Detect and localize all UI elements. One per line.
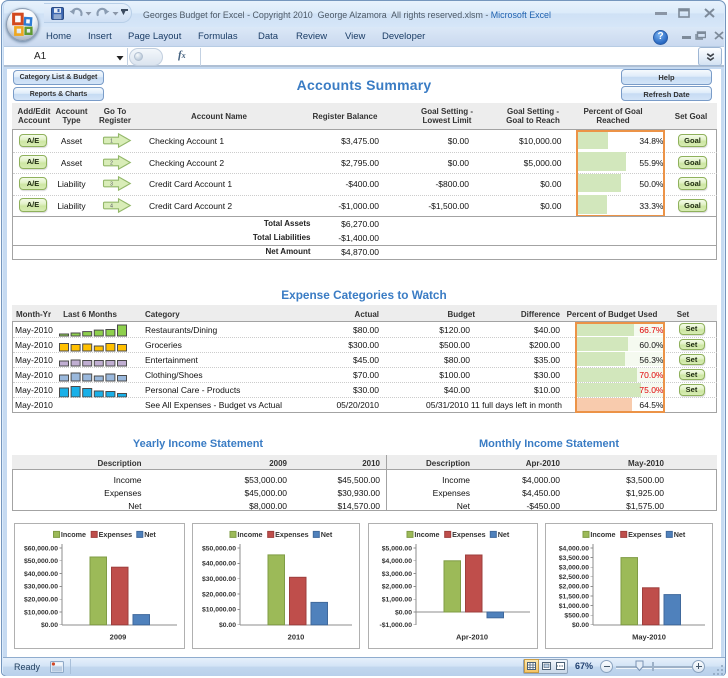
svg-text:$0.00: $0.00 [219, 622, 236, 629]
svg-text:$20,000.00: $20,000.00 [202, 591, 236, 598]
svg-text:$10,000.00: $10,000.00 [24, 609, 58, 616]
svg-text:$10,000.00: $10,000.00 [202, 606, 236, 613]
svg-text:$40,000.00: $40,000.00 [24, 571, 58, 578]
svg-text:$50,000.00: $50,000.00 [24, 558, 58, 565]
svg-text:Apr-2010: Apr-2010 [456, 632, 488, 641]
svg-text:Net: Net [498, 530, 510, 539]
svg-text:2010: 2010 [288, 632, 305, 641]
svg-text:Net: Net [674, 530, 686, 539]
svg-text:2009: 2009 [110, 632, 127, 641]
svg-text:1: 1 [110, 139, 113, 145]
svg-text:$50,000.00: $50,000.00 [202, 545, 236, 552]
svg-text:Net: Net [144, 530, 156, 539]
svg-text:$4,000.00: $4,000.00 [559, 545, 589, 552]
svg-text:Income: Income [61, 530, 86, 539]
svg-text:$1,000.00: $1,000.00 [559, 603, 589, 610]
svg-text:$2,000.00: $2,000.00 [559, 583, 589, 590]
svg-text:-$1,000.00: -$1,000.00 [379, 622, 412, 629]
svg-text:$5,000.00: $5,000.00 [382, 545, 412, 552]
svg-text:Income: Income [590, 530, 615, 539]
svg-text:Expenses: Expenses [99, 530, 133, 539]
svg-text:$1,500.00: $1,500.00 [559, 593, 589, 600]
svg-text:$3,000.00: $3,000.00 [382, 571, 412, 578]
svg-text:$4,000.00: $4,000.00 [382, 558, 412, 565]
svg-text:Expenses: Expenses [275, 530, 309, 539]
svg-text:$2,000.00: $2,000.00 [382, 583, 412, 590]
svg-text:May-2010: May-2010 [632, 632, 666, 641]
svg-text:$30,000.00: $30,000.00 [202, 576, 236, 583]
svg-text:$1,000.00: $1,000.00 [382, 596, 412, 603]
svg-text:3: 3 [110, 182, 113, 188]
svg-text:$2,500.00: $2,500.00 [559, 574, 589, 581]
svg-text:Income: Income [414, 530, 439, 539]
svg-text:Net: Net [321, 530, 333, 539]
svg-text:$20,000.00: $20,000.00 [24, 596, 58, 603]
svg-text:$40,000.00: $40,000.00 [202, 560, 236, 567]
svg-text:Expenses: Expenses [452, 530, 486, 539]
svg-text:$3,500.00: $3,500.00 [559, 555, 589, 562]
svg-text:2: 2 [110, 160, 113, 166]
svg-text:Expenses: Expenses [628, 530, 662, 539]
svg-text:Income: Income [237, 530, 262, 539]
svg-text:4: 4 [110, 203, 113, 209]
svg-text:$60,000.00: $60,000.00 [24, 545, 58, 552]
svg-text:$0.00: $0.00 [572, 622, 589, 629]
svg-text:$0.00: $0.00 [395, 609, 412, 616]
svg-text:$3,000.00: $3,000.00 [559, 564, 589, 571]
svg-text:$500.00: $500.00 [564, 612, 589, 619]
svg-text:$0.00: $0.00 [41, 622, 58, 629]
svg-text:$30,000.00: $30,000.00 [24, 583, 58, 590]
